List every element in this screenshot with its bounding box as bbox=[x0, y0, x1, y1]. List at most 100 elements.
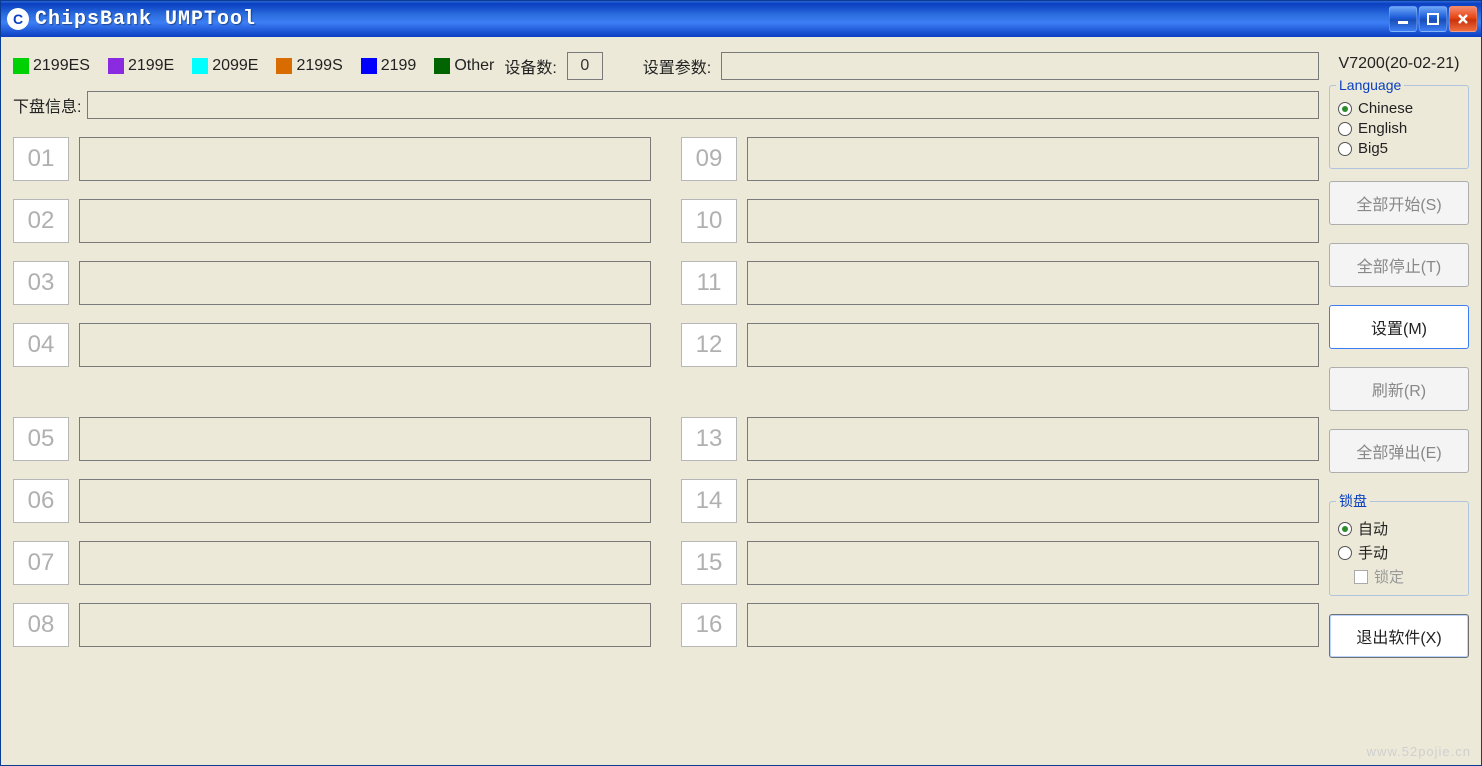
slot-status-bar[interactable] bbox=[79, 323, 651, 367]
legend-item: 2199S bbox=[276, 57, 342, 75]
legend-item: 2099E bbox=[192, 57, 258, 75]
slot-status-bar[interactable] bbox=[79, 137, 651, 181]
radio-icon bbox=[1338, 142, 1352, 156]
slot-number: 05 bbox=[13, 417, 69, 461]
slot-number: 09 bbox=[681, 137, 737, 181]
settings-button[interactable]: 设置(M) bbox=[1329, 305, 1469, 349]
slot-number: 08 bbox=[13, 603, 69, 647]
legend-label: 2099E bbox=[212, 57, 258, 75]
device-count-label: 设备数: bbox=[504, 54, 556, 78]
disk-info-label: 下盘信息: bbox=[13, 93, 81, 117]
language-group: Language Chinese English Big5 bbox=[1329, 77, 1469, 169]
version-label: V7200(20-02-21) bbox=[1329, 55, 1469, 73]
radio-icon bbox=[1338, 522, 1352, 536]
slot-status-bar[interactable] bbox=[79, 417, 651, 461]
slot-status-bar[interactable] bbox=[747, 199, 1319, 243]
device-count-value: 0 bbox=[567, 52, 603, 80]
slot-number: 03 bbox=[13, 261, 69, 305]
radio-icon bbox=[1338, 102, 1352, 116]
slot-status-bar[interactable] bbox=[79, 199, 651, 243]
language-option[interactable]: English bbox=[1338, 120, 1460, 137]
slot-status-bar[interactable] bbox=[747, 603, 1319, 647]
legend-item: Other bbox=[434, 57, 494, 75]
slot-row: 10 bbox=[681, 199, 1319, 243]
slot-row: 08 bbox=[13, 603, 651, 647]
legend-label: 2199ES bbox=[33, 57, 90, 75]
slot-status-bar[interactable] bbox=[79, 541, 651, 585]
slot-status-bar[interactable] bbox=[747, 541, 1319, 585]
lock-group: 锁盘 自动手动 锁定 bbox=[1329, 491, 1469, 596]
legend-label: 2199E bbox=[128, 57, 174, 75]
slot-status-bar[interactable] bbox=[79, 603, 651, 647]
language-option[interactable]: Chinese bbox=[1338, 100, 1460, 117]
radio-label: English bbox=[1358, 120, 1407, 137]
radio-icon bbox=[1338, 122, 1352, 136]
legend-swatch-icon bbox=[192, 58, 208, 74]
exit-button[interactable]: 退出软件(X) bbox=[1329, 614, 1469, 658]
legend-swatch-icon bbox=[434, 58, 450, 74]
slot-row: 15 bbox=[681, 541, 1319, 585]
legend-item: 2199 bbox=[361, 57, 417, 75]
eject-all-button[interactable]: 全部弹出(E) bbox=[1329, 429, 1469, 473]
app-window: C ChipsBank UMPTool 2199ES2199E2099E2199… bbox=[0, 0, 1482, 766]
close-button[interactable] bbox=[1449, 6, 1477, 32]
language-title: Language bbox=[1336, 77, 1404, 93]
slot-row: 05 bbox=[13, 417, 651, 461]
slot-status-bar[interactable] bbox=[747, 323, 1319, 367]
slot-row: 07 bbox=[13, 541, 651, 585]
slot-number: 02 bbox=[13, 199, 69, 243]
settings-param-box bbox=[721, 52, 1319, 80]
title-bar[interactable]: C ChipsBank UMPTool bbox=[1, 1, 1481, 37]
slot-row: 12 bbox=[681, 323, 1319, 367]
radio-icon bbox=[1338, 546, 1352, 560]
stop-all-button[interactable]: 全部停止(T) bbox=[1329, 243, 1469, 287]
slot-row: 06 bbox=[13, 479, 651, 523]
legend-label: 2199S bbox=[296, 57, 342, 75]
radio-label: Chinese bbox=[1358, 100, 1413, 117]
lock-option[interactable]: 自动 bbox=[1338, 518, 1460, 539]
lock-title: 锁盘 bbox=[1336, 491, 1370, 511]
legend-label: 2199 bbox=[381, 57, 417, 75]
slot-number: 11 bbox=[681, 261, 737, 305]
refresh-button[interactable]: 刷新(R) bbox=[1329, 367, 1469, 411]
radio-label: Big5 bbox=[1358, 140, 1388, 157]
legend-swatch-icon bbox=[361, 58, 377, 74]
slot-number: 10 bbox=[681, 199, 737, 243]
slot-number: 13 bbox=[681, 417, 737, 461]
slot-status-bar[interactable] bbox=[747, 479, 1319, 523]
slot-row: 09 bbox=[681, 137, 1319, 181]
settings-param-label: 设置参数: bbox=[643, 54, 711, 78]
slot-status-bar[interactable] bbox=[747, 417, 1319, 461]
slot-row: 13 bbox=[681, 417, 1319, 461]
start-all-button[interactable]: 全部开始(S) bbox=[1329, 181, 1469, 225]
legend-swatch-icon bbox=[108, 58, 124, 74]
slot-number: 01 bbox=[13, 137, 69, 181]
legend-item: 2199ES bbox=[13, 57, 90, 75]
slot-row: 03 bbox=[13, 261, 651, 305]
slot-number: 16 bbox=[681, 603, 737, 647]
maximize-button[interactable] bbox=[1419, 6, 1447, 32]
slot-row: 14 bbox=[681, 479, 1319, 523]
slot-row: 02 bbox=[13, 199, 651, 243]
legend-item: 2199E bbox=[108, 57, 174, 75]
legend-label: Other bbox=[454, 57, 494, 75]
slot-number: 04 bbox=[13, 323, 69, 367]
slot-status-bar[interactable] bbox=[747, 261, 1319, 305]
slot-number: 07 bbox=[13, 541, 69, 585]
language-option[interactable]: Big5 bbox=[1338, 140, 1460, 157]
lock-option[interactable]: 手动 bbox=[1338, 542, 1460, 563]
legend-row: 2199ES 2199E 2099E 2199S 2199 Other 设备数: 0 设置… bbox=[13, 51, 1319, 81]
slot-status-bar[interactable] bbox=[79, 261, 651, 305]
slot-row: 01 bbox=[13, 137, 651, 181]
minimize-button[interactable] bbox=[1389, 6, 1417, 32]
slot-number: 15 bbox=[681, 541, 737, 585]
slot-number: 06 bbox=[13, 479, 69, 523]
legend-swatch-icon bbox=[276, 58, 292, 74]
slot-status-bar[interactable] bbox=[79, 479, 651, 523]
slot-number: 14 bbox=[681, 479, 737, 523]
slot-row: 16 bbox=[681, 603, 1319, 647]
slot-status-bar[interactable] bbox=[747, 137, 1319, 181]
slot-row: 04 bbox=[13, 323, 651, 367]
slot-number: 12 bbox=[681, 323, 737, 367]
window-title: ChipsBank UMPTool bbox=[35, 8, 1389, 31]
